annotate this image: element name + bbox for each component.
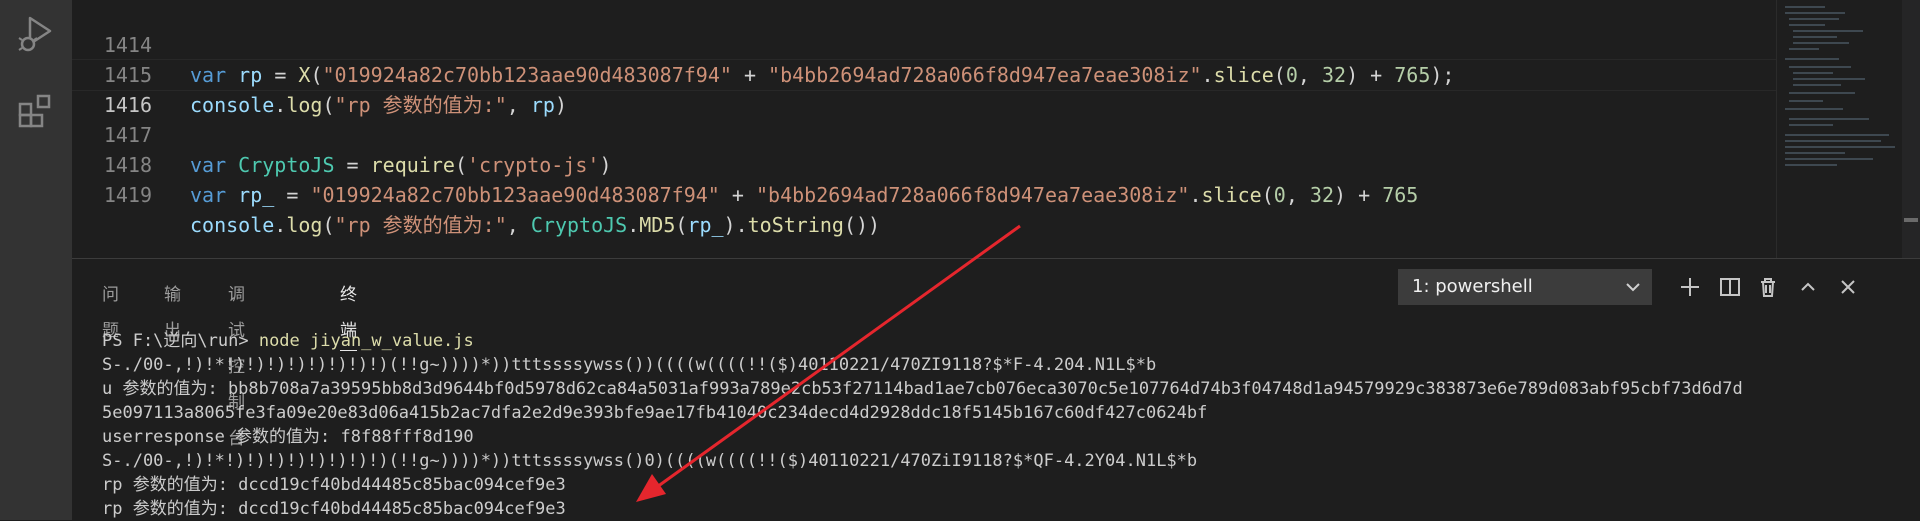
line-number: 1419: [103, 183, 152, 207]
minimap-line: [1785, 140, 1881, 142]
minimap-line: [1789, 124, 1833, 126]
minimap-line: [1789, 18, 1839, 20]
close-icon: [1841, 280, 1855, 294]
maximize-panel-button[interactable]: [1792, 271, 1824, 303]
terminal-select-value: 1: powershell: [1412, 276, 1533, 297]
chevron-up-icon: [1801, 282, 1815, 291]
minimap-line: [1793, 78, 1865, 80]
terminal-line: u 参数的值为: bb8b708a7a39595bb8d3d9644bf0d59…: [102, 379, 1743, 399]
minimap-line: [1793, 72, 1833, 74]
code-line: 1414 var rp = X("019924a82c70bb123aae90d…: [72, 0, 1455, 87]
plus-icon: [1681, 278, 1699, 296]
bottom-panel: 问题 输出 调试控制台 终端 1: powershell PS F:\逆向\ru…: [72, 258, 1920, 521]
minimap-line: [1789, 66, 1851, 68]
code-editor[interactable]: 1414 var rp = X("019924a82c70bb123aae90d…: [72, 0, 1776, 258]
minimap-line: [1785, 146, 1895, 148]
minimap-line: [1785, 158, 1873, 160]
minimap-line: [1793, 36, 1837, 38]
split-terminal-button[interactable]: [1714, 271, 1746, 303]
terminal-prompt-line: PS F:\逆向\run> node jiyan_w_value.js: [102, 329, 1902, 353]
code-line: 1417 var CryptoJS = require('crypto-js'): [72, 90, 612, 177]
extensions-icon[interactable]: [14, 90, 58, 134]
split-icon: [1720, 278, 1740, 296]
activity-bar: [0, 0, 72, 520]
kill-terminal-button[interactable]: [1752, 271, 1784, 303]
minimap-line: [1785, 6, 1825, 8]
terminal-line: S-./00-,!)!*!)!)!)!)!)!)!)!)(!!g~))))*))…: [102, 451, 1198, 471]
new-terminal-button[interactable]: [1674, 271, 1706, 303]
minimap-line: [1785, 108, 1843, 110]
scrollbar-thumb[interactable]: [1904, 218, 1918, 222]
close-panel-button[interactable]: [1832, 271, 1864, 303]
terminal-prompt: PS F:\逆向\run>: [102, 331, 259, 351]
terminal-line: 5e097113a8065fe3fa09e20e83d06a415b2ac7df…: [102, 403, 1208, 423]
chevron-down-icon: [1626, 283, 1640, 292]
code-text[interactable]: var rp_ = "019924a82c70bb123aae90d483087…: [190, 180, 1418, 210]
terminal-line: S-./00-,!)!*!)!)!)!)!)!)!)!)(!!g~))))*))…: [102, 355, 1157, 375]
terminal-command: node jiyan_w_value.js: [258, 331, 474, 351]
minimap-line: [1785, 12, 1845, 14]
terminal-select[interactable]: 1: powershell: [1398, 269, 1652, 305]
minimap-line: [1785, 152, 1845, 154]
terminal-line: rp 参数的值为: dccd19cf40bd44485c85bac094cef9…: [102, 475, 566, 495]
minimap-line: [1785, 58, 1839, 60]
code-line: 1415 console.log("rp 参数的值为:", rp): [72, 30, 567, 117]
run-debug-icon[interactable]: [14, 10, 58, 54]
code-text[interactable]: var CryptoJS = require('crypto-js'): [190, 150, 611, 180]
code-text[interactable]: console.log("rp 参数的值为:", rp): [190, 90, 567, 120]
minimap-line: [1793, 30, 1863, 32]
minimap-line: [1789, 48, 1819, 50]
terminal-line: rp 参数的值为: dccd19cf40bd44485c85bac094cef9…: [102, 499, 566, 519]
minimap-line: [1793, 84, 1841, 86]
code-line: 1416: [72, 60, 152, 117]
code-text[interactable]: var rp = X("019924a82c70bb123aae90d48308…: [190, 60, 1454, 90]
minimap-line: [1789, 118, 1869, 120]
code-line: 1419 console.log("rp 参数的值为:", CryptoJS.M…: [72, 150, 880, 237]
terminal-output[interactable]: PS F:\逆向\run> node jiyan_w_value.js S-./…: [102, 329, 1902, 521]
minimap-line: [1785, 164, 1837, 166]
terminal-line: userresponse 参数的值为: f8f88fff8d190: [102, 427, 474, 447]
minimap-line: [1789, 24, 1825, 26]
trash-icon: [1761, 278, 1775, 297]
code-line: 1418 var rp_ = "019924a82c70bb123aae90d4…: [72, 120, 1419, 207]
minimap[interactable]: [1776, 0, 1903, 258]
minimap-line: [1785, 134, 1889, 136]
minimap-line: [1789, 100, 1823, 102]
minimap-line: [1789, 92, 1855, 94]
minimap-line: [1793, 42, 1849, 44]
code-text[interactable]: console.log("rp 参数的值为:", CryptoJS.MD5(rp…: [190, 210, 880, 240]
editor-scrollbar[interactable]: [1902, 0, 1920, 258]
